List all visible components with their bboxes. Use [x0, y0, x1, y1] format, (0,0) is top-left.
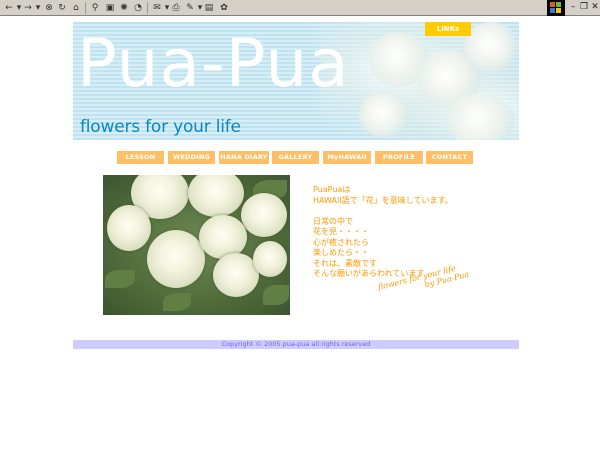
nav-lesson[interactable]: LESSON [117, 151, 164, 164]
intro-text: PuaPuaは HAWAII語で「花」を意味しています。 日常の中で 花を見・・… [313, 185, 513, 280]
discuss-icon[interactable]: ▤ [203, 2, 215, 14]
favorites-icon[interactable]: ▣ [104, 2, 116, 14]
home-icon[interactable]: ⌂ [70, 2, 82, 14]
intro-line: 花を見・・・・ [313, 227, 369, 236]
search-icon[interactable]: ⚲ [89, 2, 101, 14]
intro-line: 楽しめたら・・ [313, 248, 369, 257]
messenger-icon[interactable]: ✿ [218, 2, 230, 14]
close-icon[interactable]: ✕ [589, 2, 600, 13]
banner-rose-image [359, 92, 409, 138]
media-icon[interactable]: ✺ [118, 2, 130, 14]
toolbar-separator [147, 2, 148, 14]
nav-hana-diary[interactable]: HANA DIARY [219, 151, 269, 164]
nav-contact[interactable]: CONTACT [426, 151, 473, 164]
banner-rose-image [445, 94, 515, 140]
site-title: Pua-Pua [77, 25, 350, 102]
browser-toolbar: ← ▾ → ▾ ⊗ ↻ ⌂ ⚲ ▣ ✺ ◔ ✉ ▾ ⎙ ✎ ▾ ▤ ✿ – ❐ … [0, 0, 600, 16]
nav-profile[interactable]: PROFILE [375, 151, 423, 164]
intro-line: HAWAII語で「花」を意味しています。 [313, 195, 453, 205]
intro-line: 日常の中で [313, 216, 353, 226]
intro-line: 心が癒されたら [313, 237, 369, 247]
copyright-footer: Copyright © 2005 pua-pua all rights rese… [73, 340, 519, 349]
intro-line: PuaPuaは [313, 185, 351, 194]
rose-bouquet-photo [103, 175, 290, 315]
stop-icon[interactable]: ⊗ [43, 2, 55, 14]
banner-rose-image [463, 22, 519, 72]
site-subtitle: flowers for your life [80, 117, 241, 137]
print-icon[interactable]: ⎙ [170, 2, 182, 14]
nav-gallery[interactable]: GALLERY [272, 151, 319, 164]
windows-logo-icon [547, 0, 565, 16]
nav-wedding[interactable]: WEDDING [168, 151, 215, 164]
refresh-icon[interactable]: ↻ [56, 2, 68, 14]
nav-myhawaii[interactable]: MyHAWAII [323, 151, 371, 164]
intro-line: それは、素敵です [313, 258, 377, 268]
history-icon[interactable]: ◔ [132, 2, 144, 14]
toolbar-separator [85, 2, 86, 14]
site-banner: Pua-Pua flowers for your life LINKs [73, 22, 519, 140]
links-button[interactable]: LINKs [425, 22, 471, 36]
